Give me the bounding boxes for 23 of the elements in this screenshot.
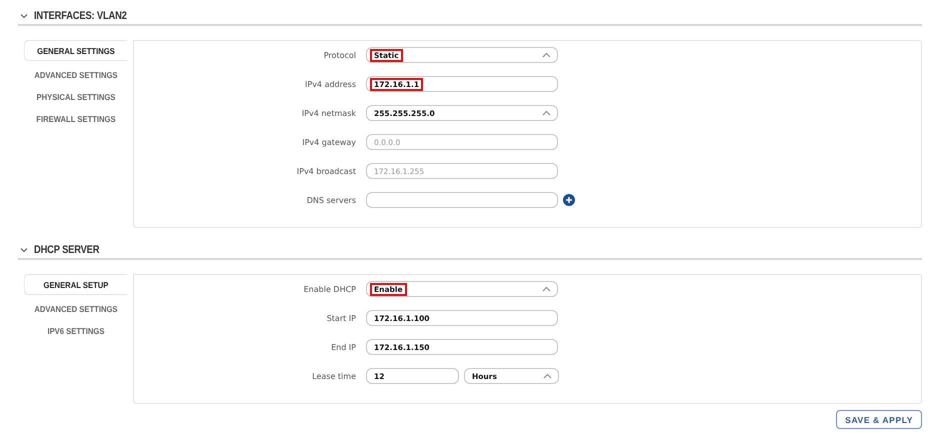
field-label: Lease time xyxy=(311,372,357,380)
settings-tab[interactable]: GENERAL SETUP xyxy=(24,274,128,295)
field-label: End IP xyxy=(330,342,357,352)
field-label: Protocol xyxy=(322,50,357,60)
field-label: IPv4 broadcast xyxy=(296,166,357,176)
chevron-down-icon[interactable] xyxy=(20,12,28,18)
input-field[interactable] xyxy=(366,192,558,208)
chevron-up-icon xyxy=(542,52,551,58)
section-title: INTERFACES: VLAN2 xyxy=(34,10,127,22)
add-icon[interactable] xyxy=(563,194,575,206)
field-label: IPv4 gateway xyxy=(301,138,357,146)
field-label: Start IP xyxy=(326,314,357,322)
chevron-up-icon xyxy=(542,110,551,116)
section-title: DHCP SERVER xyxy=(34,244,100,256)
field-label: IPv4 netmask xyxy=(300,108,357,118)
field-label: DNS servers xyxy=(306,196,357,204)
field-label: Enable DHCP xyxy=(302,284,357,294)
chevron-up-icon xyxy=(543,373,552,379)
chevron-up-icon xyxy=(542,286,551,292)
settings-tab[interactable]: GENERAL SETTINGS xyxy=(24,40,128,61)
chevron-down-icon[interactable] xyxy=(20,246,28,252)
save-apply-button[interactable]: SAVE & APPLY xyxy=(836,410,922,429)
field-label: IPv4 address xyxy=(304,80,357,88)
